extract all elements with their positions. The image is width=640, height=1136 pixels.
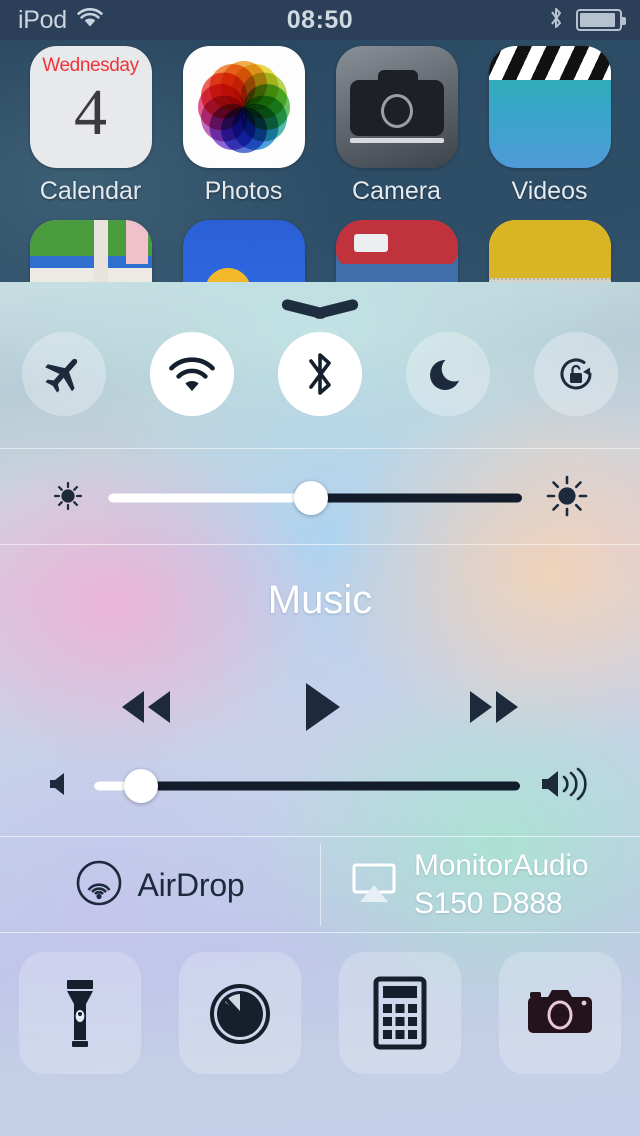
wifi-icon bbox=[77, 7, 103, 33]
videos-icon bbox=[488, 46, 611, 168]
calendar-day-number: 4 bbox=[74, 76, 107, 149]
calendar-weekday: Wednesday bbox=[42, 55, 139, 76]
toggle-row bbox=[0, 332, 640, 416]
airplay-icon bbox=[348, 860, 400, 911]
carrier-label: iPod bbox=[18, 5, 67, 34]
do-not-disturb-toggle[interactable] bbox=[406, 332, 490, 416]
rewind-button[interactable] bbox=[108, 681, 184, 733]
shortcut-row bbox=[0, 952, 640, 1074]
airplane-mode-toggle[interactable] bbox=[22, 332, 106, 416]
camera-icon bbox=[335, 46, 458, 168]
play-button[interactable] bbox=[296, 678, 344, 736]
device-screen: Wednesday 4 Calendar Photos Camera Video… bbox=[0, 0, 640, 1136]
airdrop-label: AirDrop bbox=[137, 867, 245, 903]
app-label: Videos bbox=[511, 177, 588, 205]
section-divider bbox=[0, 448, 640, 449]
app-label: Calendar bbox=[39, 177, 142, 205]
section-divider bbox=[0, 544, 640, 545]
volume-row bbox=[0, 758, 640, 814]
volume-slider[interactable] bbox=[94, 769, 520, 803]
volume-thumb[interactable] bbox=[123, 769, 158, 803]
control-center-panel: Music AirDrop MonitorAudio S150 D888 bbox=[0, 282, 640, 1136]
brightness-high-icon bbox=[542, 471, 592, 526]
brightness-row bbox=[0, 468, 640, 528]
status-bar: iPod 08:50 bbox=[0, 0, 640, 40]
fast-forward-button[interactable] bbox=[456, 681, 532, 733]
music-title: Music bbox=[267, 578, 373, 622]
app-photos[interactable]: Photos bbox=[167, 46, 320, 206]
photos-icon bbox=[182, 46, 305, 168]
brightness-thumb[interactable] bbox=[293, 481, 328, 515]
section-divider bbox=[0, 836, 640, 837]
share-row: AirDrop MonitorAudio S150 D888 bbox=[0, 838, 640, 932]
share-vertical-divider bbox=[320, 844, 321, 926]
airplay-button[interactable]: MonitorAudio S150 D888 bbox=[320, 838, 640, 932]
battery-icon bbox=[576, 9, 626, 31]
section-divider bbox=[0, 932, 640, 933]
brightness-low-icon bbox=[48, 476, 88, 521]
calendar-icon: Wednesday 4 bbox=[29, 46, 152, 168]
airdrop-button[interactable]: AirDrop bbox=[0, 838, 320, 932]
music-transport-controls bbox=[0, 678, 640, 736]
rotation-lock-toggle[interactable] bbox=[534, 332, 618, 416]
brightness-fill bbox=[108, 493, 311, 503]
volume-high-icon bbox=[538, 765, 594, 808]
calculator-button[interactable] bbox=[339, 952, 461, 1074]
app-label: Photos bbox=[204, 177, 283, 205]
brightness-slider[interactable] bbox=[108, 481, 522, 515]
app-camera[interactable]: Camera bbox=[320, 46, 473, 206]
volume-low-icon bbox=[46, 767, 76, 806]
app-calendar[interactable]: Wednesday 4 Calendar bbox=[14, 46, 167, 206]
airdrop-icon bbox=[75, 859, 123, 912]
airplay-device-label: MonitorAudio S150 D888 bbox=[414, 849, 589, 920]
wifi-toggle[interactable] bbox=[150, 332, 234, 416]
grabber-handle[interactable] bbox=[280, 296, 360, 320]
app-label: Camera bbox=[352, 177, 441, 205]
bluetooth-icon bbox=[548, 6, 564, 35]
camera-button[interactable] bbox=[499, 952, 621, 1074]
timer-button[interactable] bbox=[179, 952, 301, 1074]
flashlight-button[interactable] bbox=[19, 952, 141, 1074]
app-videos[interactable]: Videos bbox=[473, 46, 626, 206]
bluetooth-toggle[interactable] bbox=[278, 332, 362, 416]
volume-track bbox=[94, 781, 520, 791]
